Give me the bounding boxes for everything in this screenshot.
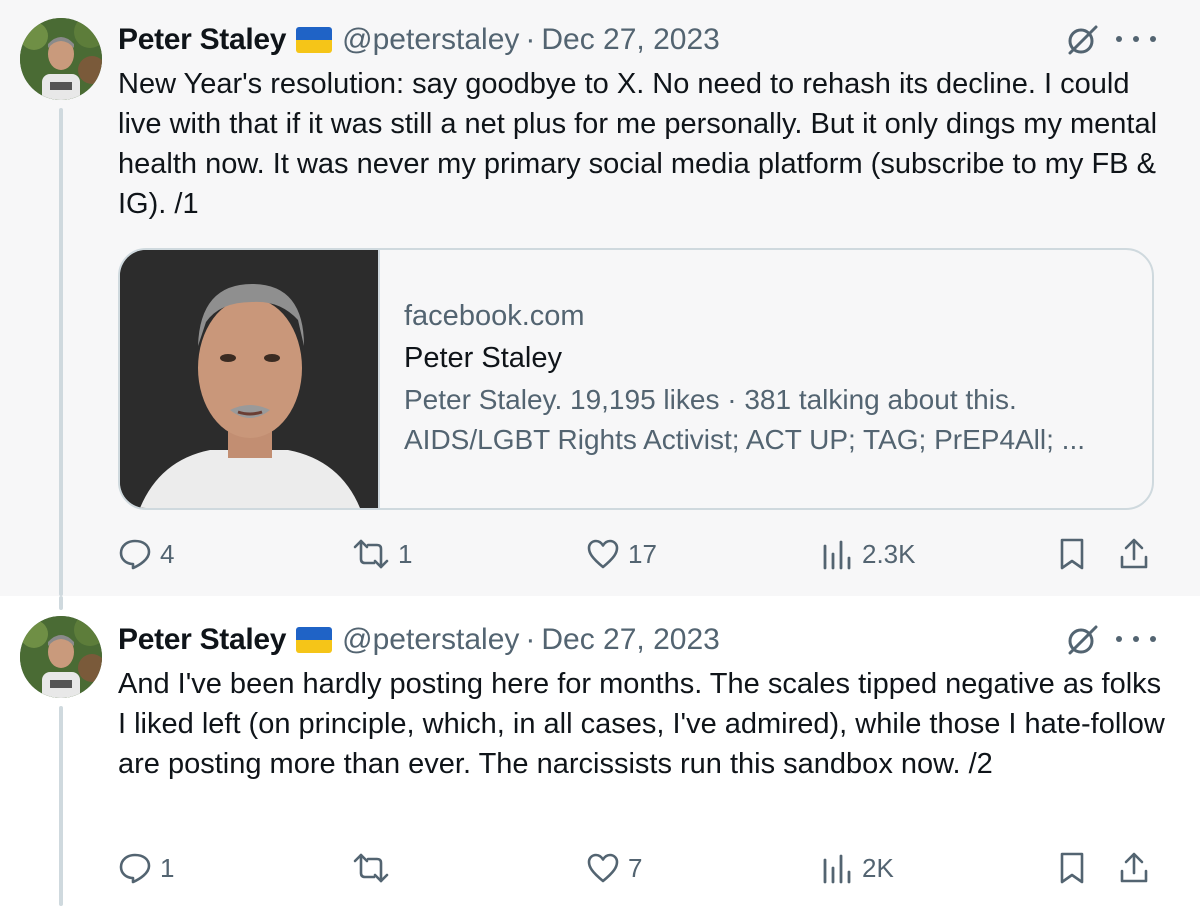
link-card-title: Peter Staley (404, 342, 562, 374)
link-card-body: facebook.com Peter Staley Peter Staley. … (404, 296, 1134, 460)
post-actions: 1 7 2K (118, 846, 1158, 890)
post-text: New Year's resolution: say goodbye to X.… (118, 68, 1158, 220)
like-button[interactable]: 7 (586, 846, 642, 890)
like-count: 17 (628, 538, 657, 569)
reply-button[interactable]: 1 (118, 846, 174, 890)
post-2[interactable]: Peter Staley @peterstaley · Dec 27, 2023… (0, 596, 1200, 906)
link-card-description-line-1: Peter Staley. 19,195 likes · 381 talking… (404, 384, 1017, 415)
avatar[interactable] (20, 616, 102, 698)
grok-icon[interactable] (1064, 622, 1100, 658)
reply-count: 1 (160, 852, 175, 883)
views-button[interactable]: 2.3K (820, 532, 916, 576)
author-handle[interactable]: @peterstaley (342, 623, 519, 657)
views-count: 2K (862, 852, 894, 883)
heart-icon (586, 852, 620, 884)
bookmark-icon (1058, 537, 1086, 571)
link-card-description-line-2: AIDS/LGBT Rights Activist; ACT UP; TAG; … (404, 424, 1086, 455)
avatar[interactable] (20, 18, 102, 100)
views-chart-icon (820, 538, 854, 570)
bookmark-button[interactable] (1058, 846, 1086, 890)
reply-button[interactable]: 4 (118, 532, 174, 576)
repost-icon (352, 851, 390, 885)
header-separator: · (525, 623, 536, 656)
post-date[interactable]: Dec 27, 2023 (541, 623, 719, 657)
link-card-domain: facebook.com (404, 300, 585, 332)
like-button[interactable]: 17 (586, 532, 657, 576)
reply-icon (118, 537, 152, 571)
author-name[interactable]: Peter Staley (118, 23, 286, 57)
author-handle[interactable]: @peterstaley (342, 23, 519, 57)
author-name[interactable]: Peter Staley (118, 623, 286, 657)
repost-count: 1 (398, 538, 413, 569)
post-1[interactable]: Peter Staley @peterstaley · Dec 27, 2023… (0, 0, 1200, 596)
post-date[interactable]: Dec 27, 2023 (541, 23, 719, 57)
post-header: Peter Staley @peterstaley · Dec 27, 2023 (118, 20, 720, 60)
grok-icon[interactable] (1064, 22, 1100, 58)
repost-button[interactable]: 1 (352, 532, 412, 576)
header-separator: · (525, 23, 536, 56)
bookmark-button[interactable] (1058, 532, 1086, 576)
views-chart-icon (820, 852, 854, 884)
thread: Peter Staley @peterstaley · Dec 27, 2023… (0, 0, 1200, 906)
link-card-image (120, 250, 378, 508)
share-button[interactable] (1118, 846, 1150, 890)
link-card-divider (378, 250, 380, 508)
more-horizontal-icon[interactable] (1116, 24, 1156, 54)
heart-icon (586, 538, 620, 570)
like-count: 7 (628, 852, 643, 883)
views-button[interactable]: 2K (820, 846, 894, 890)
reply-count: 4 (160, 538, 175, 569)
thread-connector-line (59, 706, 63, 906)
post-actions: 4 1 17 2.3K (118, 532, 1158, 576)
bookmark-icon (1058, 851, 1086, 885)
more-horizontal-icon[interactable] (1116, 624, 1156, 654)
views-count: 2.3K (862, 538, 916, 569)
repost-icon (352, 537, 390, 571)
repost-button[interactable] (352, 846, 398, 890)
post-header: Peter Staley @peterstaley · Dec 27, 2023 (118, 620, 720, 660)
share-icon (1118, 851, 1150, 885)
reply-icon (118, 851, 152, 885)
ukraine-flag-icon (296, 627, 333, 653)
share-button[interactable] (1118, 532, 1150, 576)
post-text: And I've been hardly posting here for mo… (118, 668, 1165, 780)
ukraine-flag-icon (296, 27, 333, 53)
thread-connector-line (59, 108, 63, 596)
share-icon (1118, 537, 1150, 571)
link-card[interactable]: facebook.com Peter Staley Peter Staley. … (118, 248, 1154, 510)
thread-connector-line-top (59, 596, 63, 610)
